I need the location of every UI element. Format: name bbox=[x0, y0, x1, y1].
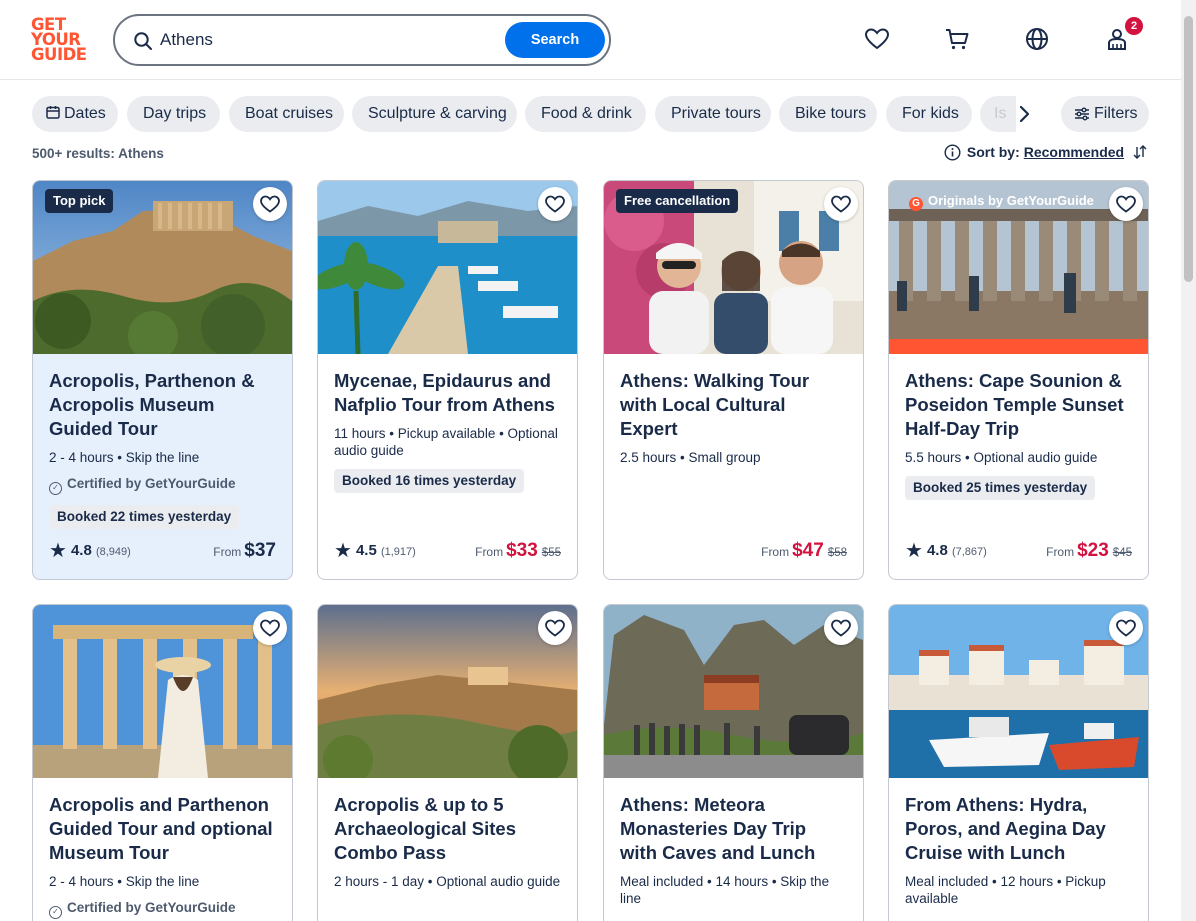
activity-meta: 2 - 4 hours • Skip the line bbox=[49, 450, 200, 465]
globe-icon[interactable] bbox=[1024, 26, 1050, 52]
chevron-right-icon[interactable] bbox=[1013, 103, 1035, 125]
wishlist-button[interactable] bbox=[824, 187, 858, 221]
header: GET YOUR GUIDE Search 2 bbox=[0, 0, 1181, 80]
getyourguide-g-icon: G bbox=[909, 197, 923, 211]
filters-label: Filters bbox=[1094, 105, 1138, 122]
activity-meta: 2 hours - 1 day • Optional audio guide bbox=[334, 874, 561, 889]
getyourguide-logo[interactable]: GET YOUR GUIDE bbox=[31, 16, 91, 63]
chip-sculpture-carving[interactable]: Sculpture & carving bbox=[352, 96, 517, 132]
activity-card[interactable]: From Athens: Hydra, Poros, and Aegina Da… bbox=[888, 604, 1149, 921]
activity-meta: Meal included • 12 hours • Pickup availa… bbox=[905, 874, 1106, 906]
chip-food-drink[interactable]: Food & drink bbox=[525, 96, 646, 132]
scrollbar[interactable] bbox=[1181, 0, 1196, 921]
sort-value[interactable]: Recommended bbox=[1024, 144, 1124, 160]
rating: ★ 4.8 (7,867) bbox=[905, 540, 987, 562]
wishlist-button[interactable] bbox=[253, 187, 287, 221]
activity-card[interactable]: Acropolis and Parthenon Guided Tour and … bbox=[32, 604, 293, 921]
heart-icon bbox=[1116, 619, 1136, 637]
heart-icon bbox=[831, 195, 851, 213]
filter-chips: Dates Day trips Boat cruises Sculpture &… bbox=[32, 96, 1032, 132]
activity-card[interactable]: Free cancellation Athens: Walking Tour w… bbox=[603, 180, 864, 580]
price: From $47 $58 bbox=[761, 540, 847, 561]
star-icon: ★ bbox=[334, 540, 352, 562]
sort-control[interactable]: Sort by: Recommended bbox=[944, 144, 1148, 164]
wishlist-button[interactable] bbox=[1109, 187, 1143, 221]
certified-label: ✓ Certified by GetYourGuide bbox=[49, 476, 277, 495]
results-count: 500+ results: Athens bbox=[32, 146, 164, 161]
certified-label: ✓ Certified by GetYourGuide bbox=[49, 900, 277, 919]
activity-title[interactable]: From Athens: Hydra, Poros, and Aegina Da… bbox=[905, 793, 1133, 865]
originals-tag: G Originals by GetYourGuide bbox=[901, 189, 1102, 213]
booked-badge: Booked 16 times yesterday bbox=[334, 469, 525, 493]
booked-badge: Booked 25 times yesterday bbox=[905, 476, 1096, 500]
cart-icon[interactable] bbox=[944, 26, 970, 52]
scrollbar-thumb[interactable] bbox=[1184, 16, 1193, 282]
filters-button[interactable]: Filters bbox=[1061, 96, 1149, 132]
activity-title[interactable]: Athens: Cape Sounion & Poseidon Temple S… bbox=[905, 369, 1133, 441]
wishlist-button[interactable] bbox=[538, 187, 572, 221]
price: From $37 bbox=[213, 540, 276, 561]
info-icon[interactable] bbox=[944, 144, 961, 161]
activity-card[interactable]: Top pick Acropolis, Parthenon & Acropoli… bbox=[32, 180, 293, 580]
activity-title[interactable]: Mycenae, Epidaurus and Nafplio Tour from… bbox=[334, 369, 562, 417]
activity-meta: 5.5 hours • Optional audio guide bbox=[905, 450, 1098, 465]
heart-icon bbox=[260, 195, 280, 213]
price: From $23 $45 bbox=[1046, 540, 1132, 561]
check-circle-icon: ✓ bbox=[49, 482, 62, 495]
heart-icon bbox=[831, 619, 851, 637]
activity-title[interactable]: Athens: Meteora Monasteries Day Trip wit… bbox=[620, 793, 848, 865]
star-icon: ★ bbox=[49, 540, 67, 562]
notification-badge: 2 bbox=[1125, 17, 1143, 35]
price: From $33 $55 bbox=[475, 540, 561, 561]
activity-meta: 11 hours • Pickup available • Optional a… bbox=[334, 426, 558, 458]
sort-label: Sort by: bbox=[966, 144, 1020, 160]
activity-title[interactable]: Acropolis & up to 5 Archaeological Sites… bbox=[334, 793, 562, 865]
wishlist-button[interactable] bbox=[253, 611, 287, 645]
activity-title[interactable]: Acropolis, Parthenon & Acropolis Museum … bbox=[49, 369, 277, 441]
free-cancellation-tag: Free cancellation bbox=[616, 189, 739, 213]
search-icon bbox=[134, 32, 152, 50]
chip-boat-cruises[interactable]: Boat cruises bbox=[229, 96, 344, 132]
activity-title[interactable]: Acropolis and Parthenon Guided Tour and … bbox=[49, 793, 277, 865]
search-button[interactable]: Search bbox=[505, 22, 605, 58]
chip-bike-tours[interactable]: Bike tours bbox=[779, 96, 877, 132]
rating: ★ 4.5 (1,917) bbox=[334, 540, 416, 562]
heart-icon bbox=[545, 619, 565, 637]
activity-card[interactable]: G Originals by GetYourGuide Athens: Cape … bbox=[888, 180, 1149, 580]
wishlist-button[interactable] bbox=[1109, 611, 1143, 645]
rating: ★ 4.8 (8,949) bbox=[49, 540, 131, 562]
booked-badge: Booked 22 times yesterday bbox=[49, 505, 240, 529]
chip-for-kids[interactable]: For kids bbox=[886, 96, 972, 132]
chip-day-trips[interactable]: Day trips bbox=[127, 96, 220, 132]
activity-card[interactable]: Athens: Meteora Monasteries Day Trip wit… bbox=[603, 604, 864, 921]
heart-icon bbox=[545, 195, 565, 213]
chip-dates[interactable]: Dates bbox=[32, 96, 118, 132]
heart-icon bbox=[260, 619, 280, 637]
wishlist-button[interactable] bbox=[538, 611, 572, 645]
sort-icon[interactable] bbox=[1132, 144, 1148, 160]
wishlist-button[interactable] bbox=[824, 611, 858, 645]
chip-partial[interactable]: Is bbox=[980, 96, 1016, 132]
activity-card[interactable]: Mycenae, Epidaurus and Nafplio Tour from… bbox=[317, 180, 578, 580]
activity-meta: Meal included • 14 hours • Skip the line bbox=[620, 874, 830, 906]
activity-title[interactable]: Athens: Walking Tour with Local Cultural… bbox=[620, 369, 848, 441]
sliders-icon bbox=[1075, 107, 1089, 121]
top-pick-tag: Top pick bbox=[45, 189, 114, 213]
calendar-icon bbox=[46, 106, 60, 119]
search-bar: Search bbox=[113, 14, 611, 66]
activity-meta: 2 - 4 hours • Skip the line bbox=[49, 874, 200, 889]
check-circle-icon: ✓ bbox=[49, 906, 62, 919]
chip-private-tours[interactable]: Private tours bbox=[655, 96, 771, 132]
search-input[interactable] bbox=[160, 28, 460, 52]
activity-card[interactable]: Acropolis & up to 5 Archaeological Sites… bbox=[317, 604, 578, 921]
activity-meta: 2.5 hours • Small group bbox=[620, 450, 761, 465]
heart-icon bbox=[1116, 195, 1136, 213]
heart-icon[interactable] bbox=[864, 26, 890, 52]
star-icon: ★ bbox=[905, 540, 923, 562]
